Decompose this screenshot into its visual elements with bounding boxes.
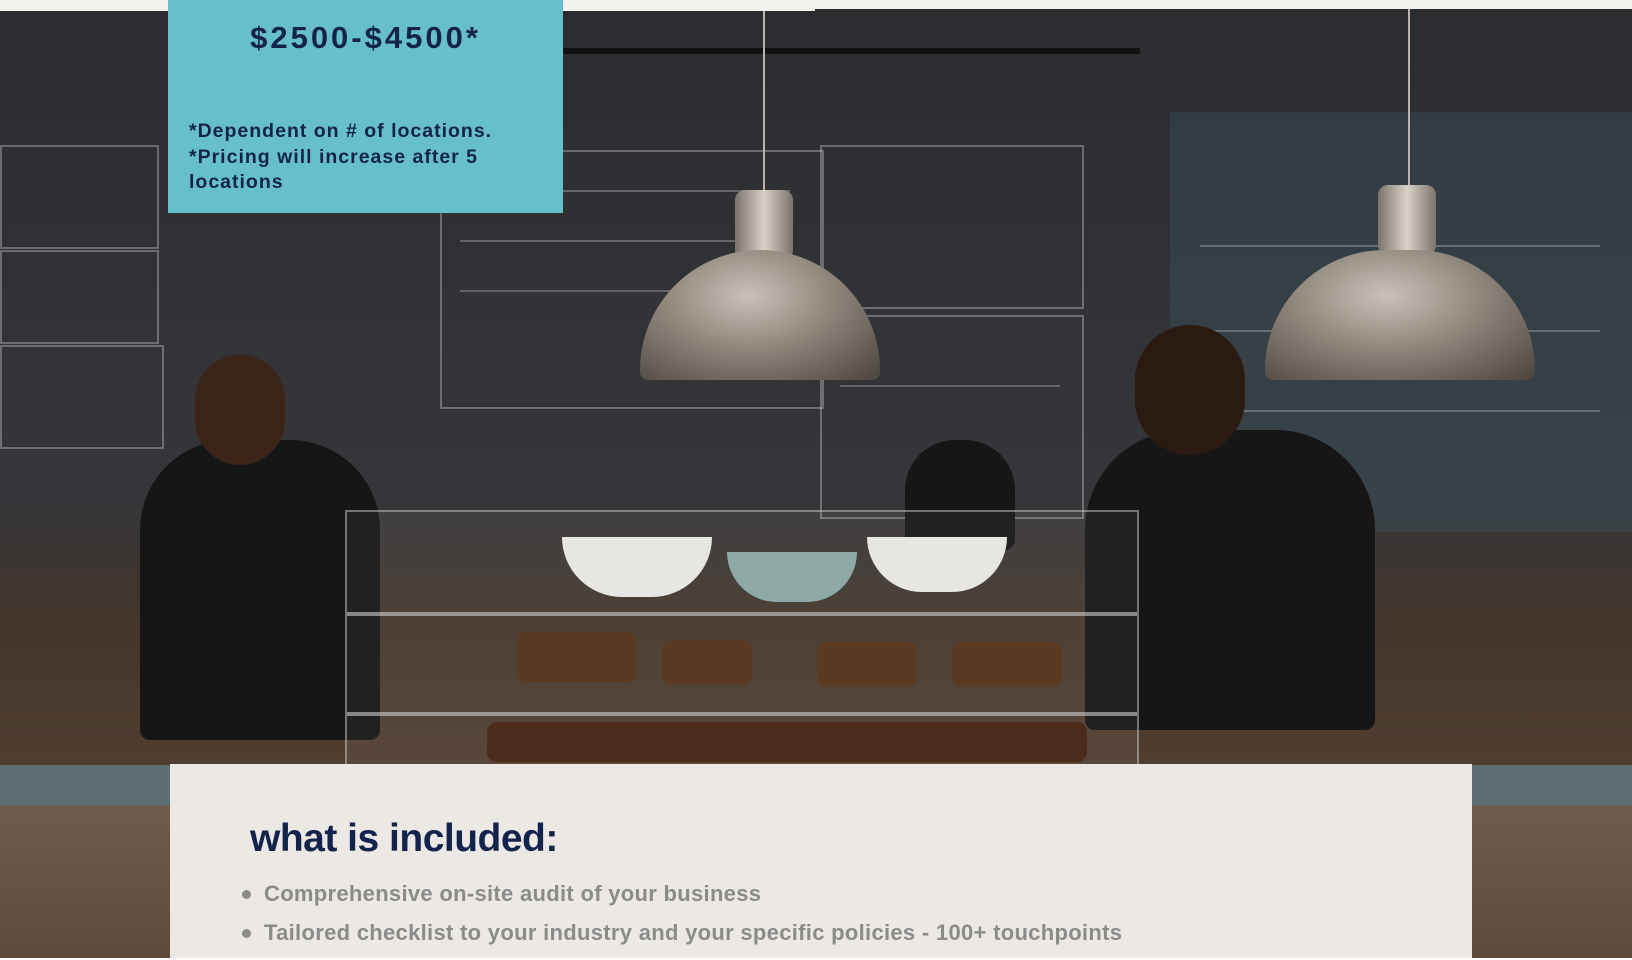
pricing-note: *Dependent on # of locations. — [189, 120, 493, 142]
pastry-display-case — [345, 510, 1139, 769]
display-shelf — [347, 612, 1137, 616]
salad-bowl — [867, 537, 1007, 592]
salad-bowl — [562, 537, 712, 597]
chalkboard-panel — [0, 145, 159, 249]
price-range: $2500-$4500* — [250, 20, 481, 55]
pricing-note: *Pricing will increase after 5 — [189, 145, 479, 168]
list-item: Tailored checklist to your industry and … — [242, 921, 1122, 960]
pricing-note: locations — [189, 171, 284, 193]
chalk-line — [840, 385, 1060, 387]
bullet-icon — [242, 929, 251, 938]
included-panel: what is included: Comprehensive on-site … — [170, 764, 1472, 958]
track-light-rail — [540, 48, 1140, 54]
pendant-lamp-cap — [1378, 185, 1436, 255]
loaf-cake — [662, 640, 752, 685]
included-heading: what is included: — [250, 817, 558, 860]
lamp-cord — [763, 11, 765, 191]
barista-left — [140, 440, 380, 740]
chalkboard-panel — [0, 345, 164, 449]
loaf-cake — [817, 642, 917, 687]
included-list: Comprehensive on-site audit of your busi… — [242, 882, 1122, 960]
loaf-cake — [952, 642, 1062, 687]
loaf-cake — [517, 632, 637, 682]
list-item: Comprehensive on-site audit of your busi… — [242, 882, 1122, 921]
bullet-icon — [242, 890, 251, 899]
muffin-row — [487, 722, 1087, 762]
pricing-notes: *Dependent on # of locations. *Pricing w… — [189, 119, 549, 196]
barista-right-head — [1135, 325, 1245, 455]
top-strip-right — [815, 0, 1632, 9]
salad-bowl — [727, 552, 857, 602]
chalk-line — [1200, 410, 1600, 412]
lamp-cord — [1408, 9, 1410, 189]
list-item-text: Comprehensive on-site audit of your busi… — [264, 881, 762, 906]
chalkboard-panel — [0, 250, 159, 344]
chalkboard-panel — [820, 145, 1084, 309]
list-item-text: Tailored checklist to your industry and … — [264, 920, 1123, 945]
display-shelf — [347, 712, 1137, 716]
pricing-box: $2500-$4500* *Dependent on # of location… — [168, 0, 563, 213]
barista-left-head — [195, 355, 285, 465]
